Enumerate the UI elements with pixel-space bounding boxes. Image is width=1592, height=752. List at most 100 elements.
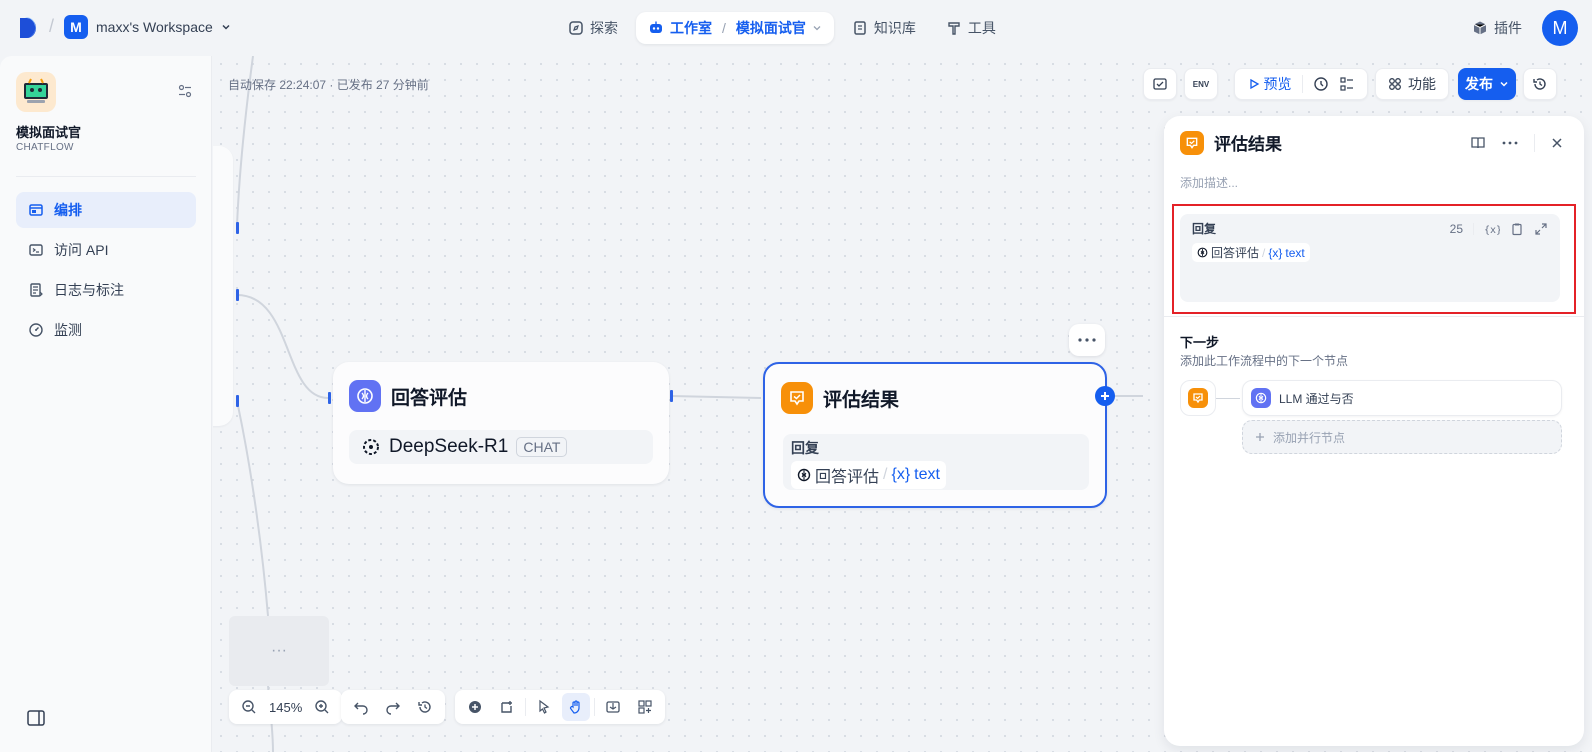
expand-icon[interactable] bbox=[1534, 222, 1548, 236]
zoom-out-icon bbox=[242, 700, 256, 714]
sidebar-item-label: 日志与标注 bbox=[54, 282, 124, 298]
env-label: ENV bbox=[1192, 79, 1210, 89]
publish-button[interactable]: 发布 bbox=[1458, 68, 1516, 100]
top-navigation: / M maxx's Workspace 探索 工作室 / 模拟面试官 知识库 … bbox=[0, 0, 1592, 56]
preview-label: 预览 bbox=[1263, 76, 1292, 92]
node-more-button[interactable] bbox=[1069, 324, 1105, 356]
sidebar-item-api[interactable]: 访问 API bbox=[16, 232, 196, 268]
publish-label: 发布 bbox=[1465, 76, 1493, 92]
node-header: 评估结果 bbox=[781, 382, 899, 414]
chevron-down-icon bbox=[812, 23, 822, 33]
features-button[interactable]: 功能 bbox=[1375, 68, 1449, 100]
version-history-button[interactable] bbox=[1523, 68, 1557, 100]
redo-icon bbox=[386, 702, 400, 715]
panel-actions bbox=[1470, 134, 1563, 152]
insert-variable-icon[interactable]: {x} bbox=[1484, 223, 1500, 235]
window-icon bbox=[28, 202, 44, 218]
dify-logo[interactable] bbox=[18, 16, 38, 40]
minimap[interactable]: ··· bbox=[229, 616, 329, 686]
hand-icon bbox=[570, 700, 580, 714]
clipboard-icon[interactable] bbox=[1510, 222, 1524, 236]
nav-tools[interactable]: 工具 bbox=[934, 12, 1008, 44]
settings-sliders-icon[interactable] bbox=[178, 84, 192, 98]
variable-source: 回答评估 bbox=[1211, 246, 1260, 260]
zoom-level[interactable]: 145% bbox=[267, 700, 304, 715]
add-parallel-node-button[interactable]: 添加并行节点 bbox=[1242, 420, 1562, 454]
play-icon bbox=[1249, 78, 1259, 90]
sidebar-item-monitor[interactable]: 监测 bbox=[16, 312, 196, 348]
panel-title[interactable]: 评估结果 bbox=[1214, 130, 1282, 155]
change-history-button[interactable] bbox=[411, 693, 439, 721]
sidebar-item-label: 访问 API bbox=[54, 242, 109, 258]
layout-grid-icon bbox=[638, 700, 652, 714]
export-image-button[interactable] bbox=[599, 693, 627, 721]
organize-layout-button[interactable] bbox=[631, 693, 659, 721]
book-open-icon[interactable] bbox=[1470, 135, 1486, 151]
sidebar-collapse-icon[interactable] bbox=[27, 710, 45, 726]
next-node-llm-pass[interactable]: LLM 通过与否 bbox=[1242, 380, 1562, 416]
pointer-mode-button[interactable] bbox=[530, 693, 558, 721]
variable-separator: / bbox=[1262, 245, 1266, 260]
node-handle[interactable] bbox=[236, 222, 239, 234]
answer-icon bbox=[1188, 388, 1208, 408]
node-title: 评估结果 bbox=[823, 389, 900, 411]
redo-button[interactable] bbox=[379, 693, 407, 721]
model-selector[interactable]: DeepSeek-R1 CHAT bbox=[349, 430, 653, 464]
preview-button[interactable]: 预览 bbox=[1248, 74, 1292, 94]
sidebar-item-label: 监测 bbox=[54, 322, 82, 338]
gauge-icon bbox=[28, 322, 44, 338]
add-note-button[interactable] bbox=[493, 693, 521, 721]
undo-button[interactable] bbox=[347, 693, 375, 721]
nav-current-app[interactable]: 模拟面试官 bbox=[736, 18, 806, 38]
toolbar-divider bbox=[594, 698, 595, 716]
node-config-panel: 评估结果 添加描述... 回复 25 {x} bbox=[1164, 116, 1584, 746]
nav-tools-label: 工具 bbox=[967, 20, 996, 36]
ellipsis-icon bbox=[1078, 338, 1096, 342]
nav-explore[interactable]: 探索 bbox=[556, 12, 630, 44]
zoom-controls: 145% bbox=[229, 690, 343, 724]
canvas-tools bbox=[455, 690, 665, 724]
close-icon[interactable] bbox=[1551, 137, 1563, 149]
node-input-handle[interactable] bbox=[328, 392, 331, 404]
plugins-label: 插件 bbox=[1494, 20, 1522, 36]
plus-icon bbox=[1256, 433, 1264, 441]
llm-node-answer-eval[interactable]: 回答评估 DeepSeek-R1 CHAT bbox=[333, 362, 669, 484]
document-icon bbox=[28, 282, 44, 298]
more-icon[interactable] bbox=[1502, 141, 1518, 145]
variable-name: text bbox=[914, 466, 940, 483]
add-circle-icon bbox=[469, 701, 481, 713]
sidebar-item-orchestrate[interactable]: 编排 bbox=[16, 192, 196, 228]
connector-line bbox=[1216, 398, 1240, 399]
llm-brain-icon bbox=[1197, 247, 1208, 258]
answer-editor[interactable]: 回复 25 {x} 回答评估 / {x} text bbox=[1180, 214, 1560, 302]
panel-divider bbox=[1534, 134, 1535, 152]
run-history-icon[interactable] bbox=[1313, 76, 1329, 92]
node-handle[interactable] bbox=[236, 289, 239, 301]
hammer-icon bbox=[946, 20, 962, 36]
hand-mode-button[interactable] bbox=[562, 693, 590, 721]
env-variables-button[interactable]: ENV bbox=[1184, 68, 1218, 100]
nav-studio[interactable]: 工作室 / 模拟面试官 bbox=[636, 12, 834, 44]
zoom-in-button[interactable] bbox=[308, 693, 336, 721]
checklist-icon[interactable] bbox=[1339, 76, 1355, 92]
nav-knowledge[interactable]: 知识库 bbox=[840, 12, 928, 44]
upstream-node-partial[interactable] bbox=[213, 146, 233, 426]
answer-icon bbox=[1180, 130, 1204, 155]
plugins-button[interactable]: 插件 bbox=[1472, 18, 1522, 38]
sidebar-item-logs[interactable]: 日志与标注 bbox=[16, 272, 196, 308]
node-handle[interactable] bbox=[236, 395, 239, 407]
checklist-button[interactable] bbox=[1143, 68, 1177, 100]
nav-studio-label: 工作室 bbox=[670, 20, 712, 36]
add-next-node-button[interactable] bbox=[1095, 386, 1115, 406]
description-input[interactable]: 添加描述... bbox=[1180, 174, 1238, 191]
zoom-out-button[interactable] bbox=[235, 693, 263, 721]
variable-separator: / bbox=[883, 466, 888, 483]
add-node-button[interactable] bbox=[461, 693, 489, 721]
current-node-thumb bbox=[1180, 380, 1216, 416]
user-avatar[interactable]: M bbox=[1542, 10, 1578, 46]
next-step-title: 下一步 bbox=[1180, 335, 1220, 350]
workspace-switcher[interactable]: M maxx's Workspace bbox=[64, 15, 231, 39]
cursor-icon bbox=[539, 699, 550, 714]
node-output-handle[interactable] bbox=[670, 390, 673, 402]
answer-node-eval-result[interactable]: 评估结果 回复 回答评估 / {x} text bbox=[763, 362, 1107, 508]
